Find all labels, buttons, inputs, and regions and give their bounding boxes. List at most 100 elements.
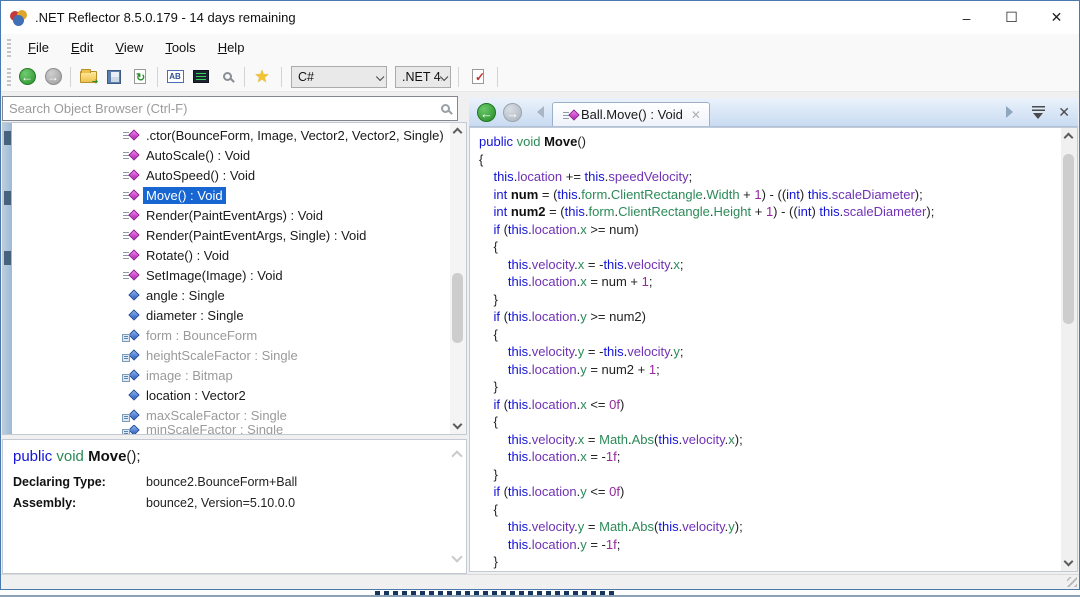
prev-tab-icon[interactable] [537, 106, 544, 118]
menu-item-help[interactable]: Help [207, 36, 256, 59]
field-icon [121, 368, 143, 382]
tree-item[interactable]: Move() : Void [13, 185, 449, 205]
tree-item[interactable]: diameter : Single [13, 305, 449, 325]
disassembler-button[interactable] [189, 66, 213, 88]
nav-back-button[interactable]: ← [477, 103, 496, 122]
tree-item-label: location : Vector2 [143, 387, 249, 404]
tree-item[interactable]: SetImage(Image) : Void [13, 265, 449, 285]
code-line: this.location += this.speedVelocity; [479, 168, 1059, 186]
resize-grip[interactable] [1067, 577, 1077, 587]
tree-item[interactable]: maxScaleFactor : Single [13, 405, 449, 425]
info-row-label: Declaring Type: [13, 475, 146, 489]
menu-item-file[interactable]: File [17, 36, 60, 59]
tree-item[interactable]: AutoScale() : Void [13, 145, 449, 165]
chevron-down-icon [376, 72, 384, 80]
decompiled-code[interactable]: public void Move(){ this.location += thi… [479, 133, 1059, 571]
toolbar-grip[interactable] [7, 68, 11, 86]
maximize-button[interactable]: ☐ [989, 1, 1034, 34]
code-line: if (this.location.y >= num2) [479, 308, 1059, 326]
code-line: this.velocity.x = -this.velocity.x; [479, 256, 1059, 274]
forward-button[interactable]: → [41, 66, 65, 88]
member-tree: .ctor(BounceForm, Image, Vector2, Vector… [2, 122, 467, 435]
info-row-label: Assembly: [13, 496, 146, 510]
nav-forward-button[interactable]: → [503, 103, 522, 122]
tree-item[interactable]: .ctor(BounceForm, Image, Vector2, Vector… [13, 125, 449, 145]
tab-close-icon[interactable]: ✕ [691, 108, 701, 122]
method-icon [121, 188, 143, 202]
tree-item-label: AutoSpeed() : Void [143, 167, 258, 184]
background-window-sliver [0, 591, 1080, 597]
tab-ball-move[interactable]: Ball.Move() : Void ✕ [552, 102, 710, 126]
search-icon[interactable] [441, 104, 450, 113]
toolbar-separator [157, 67, 158, 87]
tree-scrollbar[interactable] [450, 123, 466, 434]
back-button[interactable]: ← [15, 66, 39, 88]
method-icon [121, 168, 143, 182]
language-select[interactable]: C# [291, 66, 387, 88]
scroll-up-icon[interactable] [1064, 133, 1074, 143]
tree-item[interactable]: form : BounceForm [13, 325, 449, 345]
tree-item[interactable]: heightScaleFactor : Single [13, 345, 449, 365]
tree-item-label: Render(PaintEventArgs, Single) : Void [143, 227, 369, 244]
tree-item[interactable]: location : Vector2 [13, 385, 449, 405]
verify-check-icon [472, 69, 484, 84]
tree-item[interactable]: angle : Single [13, 285, 449, 305]
code-line: { [479, 151, 1059, 169]
toolbar-grip[interactable] [7, 39, 11, 57]
menu-item-view[interactable]: View [104, 36, 154, 59]
verify-check-button[interactable] [466, 66, 490, 88]
code-line: if (this.location.x >= num) [479, 221, 1059, 239]
tree-item[interactable]: Rotate() : Void [13, 245, 449, 265]
code-line: if (this.location.y <= 0f) [479, 483, 1059, 501]
forward-icon: → [45, 68, 62, 85]
tree-item[interactable]: minScaleFactor : Single [13, 425, 449, 434]
tree-item[interactable]: image : Bitmap [13, 365, 449, 385]
save-button[interactable] [102, 66, 126, 88]
scrollbar-thumb[interactable] [1063, 154, 1074, 324]
code-line: if (this.location.x <= 0f) [479, 396, 1059, 414]
code-scrollbar[interactable] [1061, 128, 1077, 571]
close-pane-icon[interactable]: ✕ [1058, 104, 1070, 121]
field-icon [121, 425, 143, 434]
menu-bar: FileEditViewToolsHelp [1, 34, 1079, 62]
minimize-button[interactable]: – [944, 1, 989, 34]
method-icon [121, 148, 143, 162]
object-browser-search[interactable] [2, 96, 458, 121]
code-line: { [479, 238, 1059, 256]
scroll-up-icon[interactable] [453, 128, 463, 138]
tree-item[interactable]: AutoSpeed() : Void [13, 165, 449, 185]
toolbar-separator [458, 67, 459, 87]
tree-item-label: Rotate() : Void [143, 247, 232, 264]
scrollbar-thumb[interactable] [452, 273, 463, 343]
find-text-button[interactable]: AB [163, 66, 187, 88]
scroll-down-icon[interactable] [1064, 557, 1074, 567]
tree-item-label: diameter : Single [143, 307, 247, 324]
favorites-star-icon: ★ [254, 67, 269, 87]
code-line: } [479, 553, 1059, 571]
tree-item-label: heightScaleFactor : Single [143, 347, 301, 364]
next-tab-icon[interactable] [1006, 106, 1013, 118]
favorites-star-button[interactable]: ★ [250, 66, 274, 88]
tab-list-icon[interactable] [1031, 106, 1046, 118]
window-title: .NET Reflector 8.5.0.179 - 14 days remai… [35, 10, 296, 25]
menu-item-edit[interactable]: Edit [60, 36, 104, 59]
scroll-down-icon[interactable] [451, 551, 462, 562]
scroll-up-icon[interactable] [451, 450, 462, 461]
member-info-panel: public void Move(); Declaring Type:bounc… [2, 439, 467, 574]
search-button[interactable] [215, 66, 239, 88]
toolbar-separator [244, 67, 245, 87]
document-tab-bar: ← → Ball.Move() : Void ✕ ✕ [469, 98, 1078, 127]
tree-item-label: maxScaleFactor : Single [143, 407, 290, 424]
framework-select[interactable]: .NET 4.5 [395, 66, 451, 88]
open-file-button[interactable] [76, 66, 100, 88]
close-button[interactable]: ✕ [1034, 1, 1079, 34]
language-select-value: C# [298, 70, 368, 84]
scroll-down-icon[interactable] [453, 420, 463, 430]
tree-item[interactable]: Render(PaintEventArgs) : Void [13, 205, 449, 225]
menu-item-tools[interactable]: Tools [154, 36, 206, 59]
search-input[interactable] [3, 101, 441, 116]
tree-item[interactable]: Render(PaintEventArgs, Single) : Void [13, 225, 449, 245]
back-icon: ← [19, 68, 36, 85]
search-icon [223, 72, 232, 81]
refresh-button[interactable] [128, 66, 152, 88]
